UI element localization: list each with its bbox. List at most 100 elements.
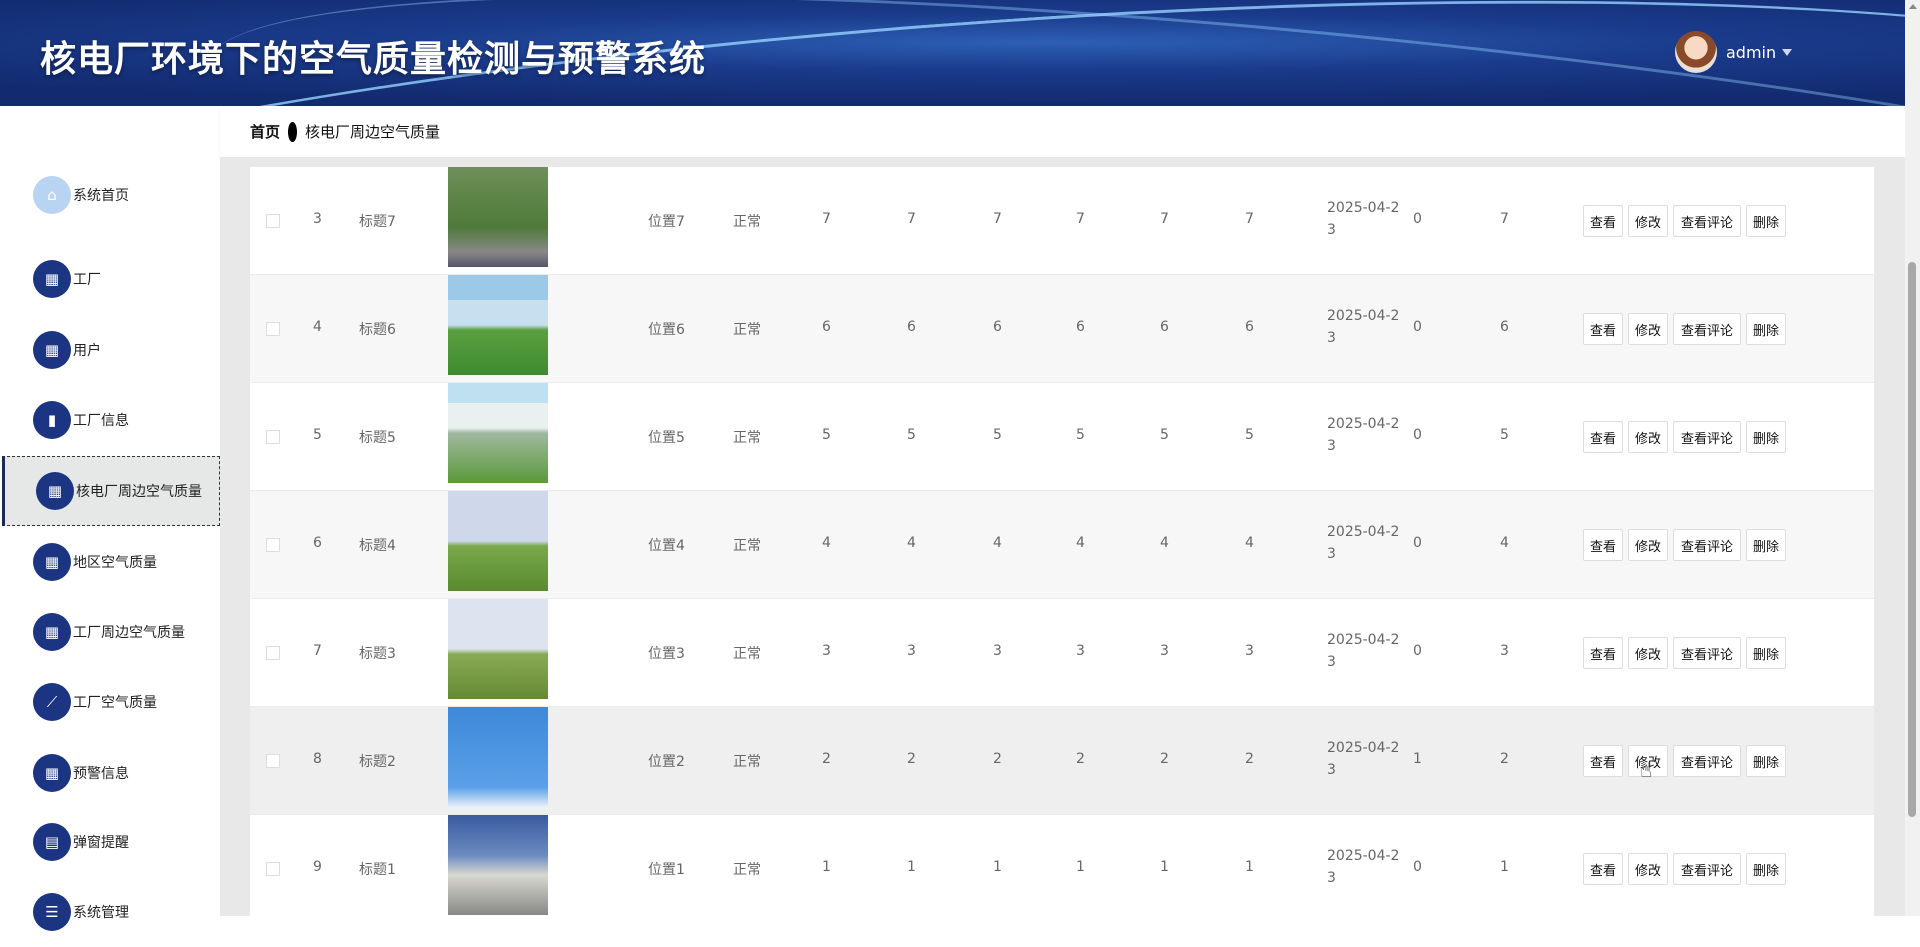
delete-button[interactable]: 删除 — [1746, 205, 1786, 237]
sidebar-item-label: 用户 — [73, 343, 101, 359]
edit-button[interactable]: 修改 — [1628, 421, 1668, 453]
delete-button[interactable]: 删除 — [1746, 529, 1786, 561]
row-value: 7 — [822, 211, 831, 227]
view-button[interactable]: 查看 — [1583, 313, 1623, 345]
view-comments-button[interactable]: 查看评论 — [1673, 529, 1741, 561]
row-value: 2 — [993, 751, 1002, 767]
sidebar-item-4[interactable]: ▦ 核电厂周边空气质量 — [2, 456, 220, 526]
row-index: 5 — [313, 427, 322, 443]
sidebar-item-label: 工厂空气质量 — [73, 695, 157, 711]
home-icon: ⌂ — [33, 176, 71, 214]
edit-button[interactable]: 修改 — [1628, 853, 1668, 885]
row-value: 6 — [822, 319, 831, 335]
sidebar-item-0[interactable]: ⌂ 系统首页 — [2, 160, 220, 230]
row-value: 1 — [1245, 859, 1254, 875]
row-value: 6 — [993, 319, 1002, 335]
delete-button[interactable]: 删除 — [1746, 421, 1786, 453]
row-status: 正常 — [733, 646, 761, 662]
view-comments-button[interactable]: 查看评论 — [1673, 421, 1741, 453]
edit-button[interactable]: 修改 — [1628, 205, 1668, 237]
row-checkbox[interactable] — [266, 322, 280, 336]
row-image[interactable] — [448, 383, 548, 483]
grid-icon: ▦ — [33, 754, 71, 792]
row-date: 2025-04-23 — [1327, 848, 1400, 886]
row-title: 标题6 — [359, 322, 396, 338]
edit-button[interactable]: 修改 — [1628, 313, 1668, 345]
row-checkbox[interactable] — [266, 430, 280, 444]
avatar[interactable] — [1675, 31, 1717, 73]
row-image[interactable] — [448, 491, 548, 591]
row-count: 0 — [1413, 535, 1422, 551]
sidebar-item-5[interactable]: ▦ 地区空气质量 — [2, 527, 220, 597]
row-value: 2 — [1076, 751, 1085, 767]
view-comments-button[interactable]: 查看评论 — [1673, 745, 1741, 777]
view-comments-button[interactable]: 查看评论 — [1673, 637, 1741, 669]
view-button[interactable]: 查看 — [1583, 421, 1623, 453]
row-checkbox[interactable] — [266, 754, 280, 768]
view-button[interactable]: 查看 — [1583, 205, 1623, 237]
row-value: 5 — [822, 427, 831, 443]
row-position: 位置1 — [648, 862, 685, 878]
table-row: 9 标题1 位置1 正常 1 1 1 1 1 1 2025-04-23 0 1 查看 修改 查… — [250, 815, 1874, 916]
sidebar-item-label: 预警信息 — [73, 766, 129, 782]
row-image[interactable] — [448, 599, 548, 699]
row-position: 位置2 — [648, 754, 685, 770]
sidebar-item-10[interactable]: ☰ 系统管理 — [2, 877, 220, 947]
top-header: 核电厂环境下的空气质量检测与预警系统 admin — [0, 0, 1905, 106]
row-checkbox[interactable] — [266, 214, 280, 228]
row-checkbox[interactable] — [266, 646, 280, 660]
row-count: 0 — [1413, 427, 1422, 443]
main-content: 3 标题7 位置7 正常 7 7 7 7 7 7 2025-04-23 0 7 查看 修改 查… — [220, 157, 1905, 916]
chevron-down-icon[interactable] — [1782, 49, 1792, 56]
row-title: 标题1 — [359, 862, 396, 878]
sidebar-item-3[interactable]: ▮ 工厂信息 — [2, 385, 220, 455]
row-image[interactable] — [448, 167, 548, 267]
row-status: 正常 — [733, 322, 761, 338]
row-value: 4 — [1076, 535, 1085, 551]
view-comments-button[interactable]: 查看评论 — [1673, 205, 1741, 237]
sidebar-item-9[interactable]: ▤ 弹窗提醒 — [2, 807, 220, 877]
row-checkbox[interactable] — [266, 538, 280, 552]
table-row: 4 标题6 位置6 正常 6 6 6 6 6 6 2025-04-23 0 6 查看 修改 查… — [250, 275, 1874, 383]
view-button[interactable]: 查看 — [1583, 853, 1623, 885]
row-status: 正常 — [733, 538, 761, 554]
row-date: 2025-04-23 — [1327, 632, 1400, 670]
row-value: 6 — [907, 319, 916, 335]
table-row: 6 标题4 位置4 正常 4 4 4 4 4 4 2025-04-23 0 4 查看 修改 查… — [250, 491, 1874, 599]
row-value: 3 — [907, 643, 916, 659]
row-value: 5 — [1160, 427, 1169, 443]
row-value: 1 — [907, 859, 916, 875]
sidebar-item-1[interactable]: ▦ 工厂 — [2, 244, 220, 314]
row-value: 2 — [907, 751, 916, 767]
edit-button[interactable]: 修改 — [1628, 529, 1668, 561]
row-index: 8 — [313, 751, 322, 767]
row-image[interactable] — [448, 815, 548, 915]
sidebar-item-6[interactable]: ▦ 工厂周边空气质量 — [2, 597, 220, 667]
sidebar-item-7[interactable]: ⟋ 工厂空气质量 — [2, 667, 220, 737]
view-button[interactable]: 查看 — [1583, 529, 1623, 561]
row-status: 正常 — [733, 862, 761, 878]
scrollbar-thumb[interactable] — [1908, 262, 1916, 817]
delete-button[interactable]: 删除 — [1746, 853, 1786, 885]
sidebar-item-2[interactable]: ▦ 用户 — [2, 315, 220, 385]
username[interactable]: admin — [1726, 43, 1776, 62]
delete-button[interactable]: 删除 — [1746, 313, 1786, 345]
breadcrumb-home[interactable]: 首页 — [250, 121, 280, 142]
row-value: 4 — [907, 535, 916, 551]
view-button[interactable]: 查看 — [1583, 745, 1623, 777]
delete-button[interactable]: 删除 — [1746, 637, 1786, 669]
row-count: 0 — [1413, 211, 1422, 227]
view-comments-button[interactable]: 查看评论 — [1673, 313, 1741, 345]
row-last-value: 7 — [1500, 211, 1509, 227]
row-checkbox[interactable] — [266, 862, 280, 876]
delete-button[interactable]: 删除 — [1746, 745, 1786, 777]
edit-button[interactable]: 修改 — [1628, 637, 1668, 669]
sidebar-item-8[interactable]: ▦ 预警信息 — [2, 738, 220, 808]
row-value: 2 — [1160, 751, 1169, 767]
sidebar-item-label: 核电厂周边空气质量 — [76, 484, 202, 500]
row-image[interactable] — [448, 275, 548, 375]
row-image[interactable] — [448, 707, 548, 807]
clipboard-icon: ▤ — [33, 823, 71, 861]
view-comments-button[interactable]: 查看评论 — [1673, 853, 1741, 885]
view-button[interactable]: 查看 — [1583, 637, 1623, 669]
